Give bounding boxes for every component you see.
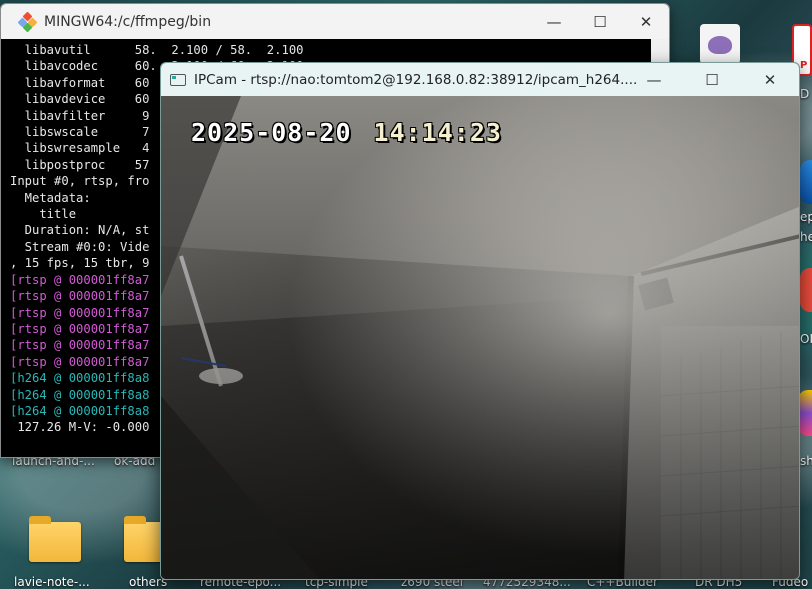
osd-time: 14:14:23: [373, 118, 502, 147]
git-bash-icon: [17, 11, 38, 32]
osd-date: 2025-08-20: [191, 118, 352, 147]
red-app-icon[interactable]: [800, 268, 812, 312]
mingw-maximize-button[interactable]: ☐: [577, 4, 623, 39]
ipcam-minimize-button[interactable]: —: [625, 63, 683, 96]
camera-video-feed[interactable]: 2025-08-20 14:14:23: [161, 96, 799, 579]
blue-app-icon[interactable]: [800, 160, 812, 204]
ipcam-close-button[interactable]: ✕: [741, 63, 799, 96]
colorful-app-icon[interactable]: [798, 390, 812, 436]
camera-timestamp-overlay: 2025-08-20 14:14:23: [191, 118, 502, 147]
ipcam-title-bar[interactable]: IPCam - rtsp://nao:tomtom2@192.168.0.82:…: [161, 63, 799, 96]
desktop-fragment-ep: ep: [800, 210, 812, 224]
mingw-minimize-button[interactable]: —: [531, 4, 577, 39]
desktop-label-lavie-note[interactable]: lavie-note-...: [14, 575, 90, 589]
ipcam-app-icon: [170, 73, 186, 86]
mingw-close-button[interactable]: ✕: [623, 4, 669, 39]
mingw-window-title: MINGW64:/c/ffmpeg/bin: [44, 13, 212, 30]
ipcam-window[interactable]: IPCam - rtsp://nao:tomtom2@192.168.0.82:…: [160, 62, 800, 580]
elephant-app-icon[interactable]: [700, 24, 740, 64]
desktop-fragment-sh: sh: [800, 454, 812, 468]
terminal-line: libavutil 58. 2.100 / 58. 2.100: [10, 43, 304, 57]
camera-scene: [161, 96, 799, 579]
folder-icon-lavie-note[interactable]: [29, 516, 81, 562]
ipcam-maximize-button[interactable]: ☐: [683, 63, 741, 96]
pdf-badge: P: [800, 60, 808, 71]
mingw-title-bar[interactable]: MINGW64:/c/ffmpeg/bin — ☐ ✕: [1, 4, 669, 39]
ipcam-window-title: IPCam - rtsp://nao:tomtom2@192.168.0.82:…: [194, 71, 638, 88]
elephant-icon: [708, 36, 732, 54]
desktop-fragment-d: D: [800, 87, 810, 101]
desktop-fragment-he: he: [800, 230, 812, 244]
desktop-fragment-oi: OI: [800, 332, 812, 346]
